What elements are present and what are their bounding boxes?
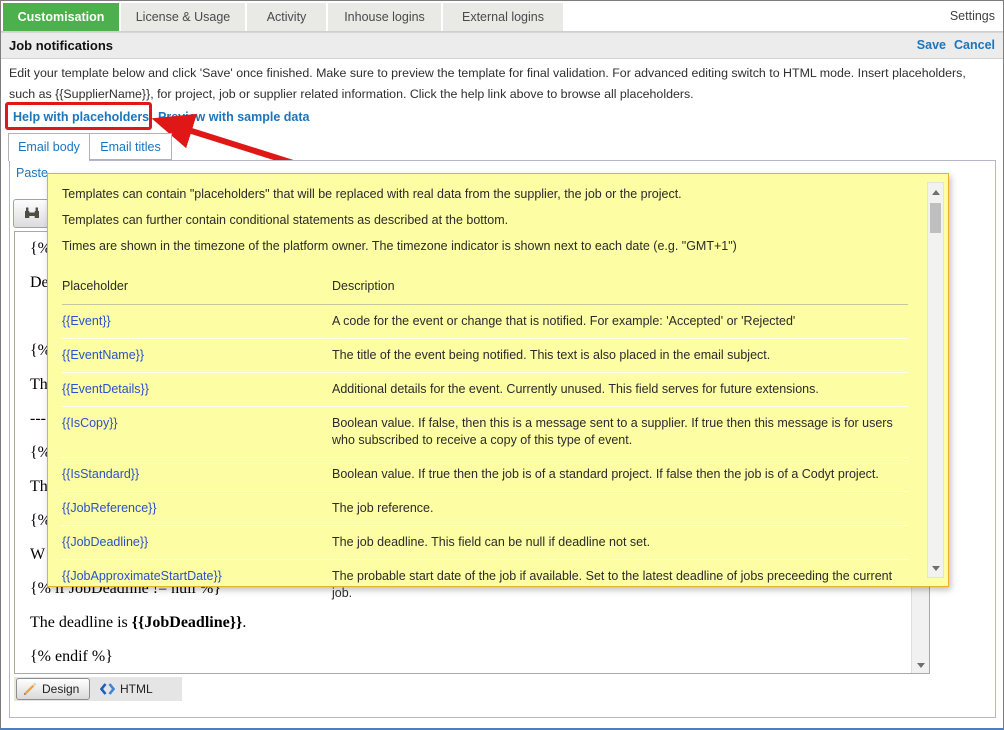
binoculars-icon [23, 207, 41, 220]
settings-label[interactable]: Settings [950, 9, 995, 23]
tab-email-body[interactable]: Email body [8, 133, 90, 161]
tab-external-logins[interactable]: External logins [443, 3, 563, 31]
editor-line-endif: {% endif %} [15, 640, 929, 674]
top-tab-strip: Customisation License & Usage Activity I… [1, 1, 1003, 32]
placeholders-help-popup: Templates can contain "placeholders" tha… [47, 173, 949, 587]
placeholder-link[interactable]: {{JobApproximateStartDate}} [62, 569, 222, 583]
placeholder-description: The title of the event being notified. T… [332, 347, 908, 364]
placeholder-description: Additional details for the event. Curren… [332, 381, 908, 398]
placeholder-description: A code for the event or change that is n… [332, 313, 908, 330]
editor-mode-strip: Design HTML [14, 677, 182, 701]
placeholder-link[interactable]: {{JobDeadline}} [62, 535, 148, 549]
popup-intro-line: Templates can contain "placeholders" tha… [62, 184, 908, 205]
help-with-placeholders-link[interactable]: Help with placeholders [13, 110, 149, 124]
scroll-down-icon[interactable] [928, 560, 943, 576]
placeholder-description: Boolean value. If false, then this is a … [332, 415, 908, 449]
deadline-text: The deadline is [30, 614, 132, 631]
intro-text: Edit your template below and click 'Save… [9, 63, 995, 105]
preview-with-sample-data-link[interactable]: Preview with sample data [158, 110, 309, 124]
design-mode-label: Design [42, 682, 79, 696]
placeholder-link[interactable]: {{IsStandard}} [62, 467, 139, 481]
placeholder-description: The job deadline. This field can be null… [332, 534, 908, 551]
table-row: {{EventName}} The title of the event bei… [62, 339, 908, 373]
editor-line-deadline: The deadline is {{JobDeadline}}. [15, 606, 929, 640]
placeholder-description: The job reference. [332, 500, 908, 517]
page-title: Job notifications [9, 33, 113, 58]
settings-window: Customisation License & Usage Activity I… [0, 0, 1004, 730]
scroll-up-icon[interactable] [928, 184, 943, 200]
placeholder-link[interactable]: {{JobReference}} [62, 501, 157, 515]
popup-intro-line: Times are shown in the timezone of the p… [62, 236, 908, 257]
deadline-placeholder: {{JobDeadline}} [132, 614, 243, 631]
placeholder-description: The probable start date of the job if av… [332, 568, 908, 602]
table-row: {{JobDeadline}} The job deadline. This f… [62, 526, 908, 560]
placeholders-table: Placeholder Description {{Event}} A code… [62, 274, 908, 610]
table-row: {{IsCopy}} Boolean value. If false, then… [62, 407, 908, 458]
subheader-bar: Job notifications Save Cancel [1, 32, 1003, 59]
tab-email-titles[interactable]: Email titles [89, 133, 172, 160]
pencil-icon [23, 682, 37, 696]
html-code-icon [100, 683, 115, 695]
table-row: {{JobApproximateStartDate}} The probable… [62, 560, 908, 610]
popup-scrollbar[interactable] [927, 182, 944, 578]
placeholder-link[interactable]: {{EventDetails}} [62, 382, 149, 396]
tab-license-usage[interactable]: License & Usage [121, 3, 245, 31]
placeholders-table-header: Placeholder Description [62, 274, 908, 305]
find-button[interactable] [13, 199, 50, 228]
popup-intro-line: Templates can further contain conditiona… [62, 210, 908, 231]
placeholder-link[interactable]: {{IsCopy}} [62, 416, 118, 430]
cancel-button[interactable]: Cancel [954, 33, 995, 58]
deadline-period: . [242, 614, 246, 631]
tab-activity[interactable]: Activity [247, 3, 326, 31]
table-row: {{IsStandard}} Boolean value. If true th… [62, 458, 908, 492]
table-row: {{Event}} A code for the event or change… [62, 305, 908, 339]
placeholder-description: Boolean value. If true then the job is o… [332, 466, 908, 483]
paste-link[interactable]: Paste [16, 166, 48, 180]
placeholder-link[interactable]: {{Event}} [62, 314, 111, 328]
scrollbar-thumb[interactable] [930, 203, 941, 233]
html-mode-button[interactable]: HTML [92, 678, 161, 700]
column-header-placeholder: Placeholder [62, 278, 332, 295]
scroll-down-icon[interactable] [912, 657, 929, 673]
column-header-description: Description [332, 278, 908, 295]
table-row: {{JobReference}} The job reference. [62, 492, 908, 526]
tab-inhouse-logins[interactable]: Inhouse logins [328, 3, 441, 31]
table-row: {{EventDetails}} Additional details for … [62, 373, 908, 407]
save-button[interactable]: Save [917, 33, 946, 58]
html-mode-label: HTML [120, 682, 153, 696]
placeholder-link[interactable]: {{EventName}} [62, 348, 144, 362]
design-mode-button[interactable]: Design [16, 678, 90, 700]
tab-customisation[interactable]: Customisation [3, 3, 119, 31]
